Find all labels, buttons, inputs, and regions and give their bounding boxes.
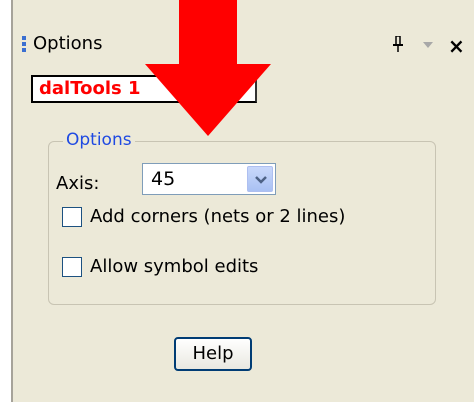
axis-value: 45 bbox=[151, 168, 176, 190]
allow-symbol-edits-label[interactable]: Allow symbol edits bbox=[90, 256, 258, 277]
add-corners-checkbox[interactable] bbox=[62, 207, 82, 227]
axis-label: Axis: bbox=[56, 173, 100, 194]
options-group-title: Options bbox=[63, 130, 135, 150]
close-icon[interactable]: × bbox=[448, 34, 465, 58]
axis-dropdown-button[interactable] bbox=[247, 166, 273, 192]
chevron-down-icon bbox=[255, 176, 267, 184]
chevron-down-icon[interactable] bbox=[423, 42, 433, 48]
axis-select[interactable]: 45 bbox=[142, 163, 276, 195]
add-corners-label[interactable]: Add corners (nets or 2 lines) bbox=[90, 206, 345, 227]
allow-symbol-edits-checkbox[interactable] bbox=[62, 257, 82, 277]
panel-title: Options bbox=[33, 33, 103, 54]
grip-icon[interactable] bbox=[22, 36, 26, 52]
red-arrow-icon bbox=[145, 0, 271, 136]
pin-icon[interactable] bbox=[393, 36, 403, 52]
help-button[interactable]: Help bbox=[174, 337, 252, 371]
